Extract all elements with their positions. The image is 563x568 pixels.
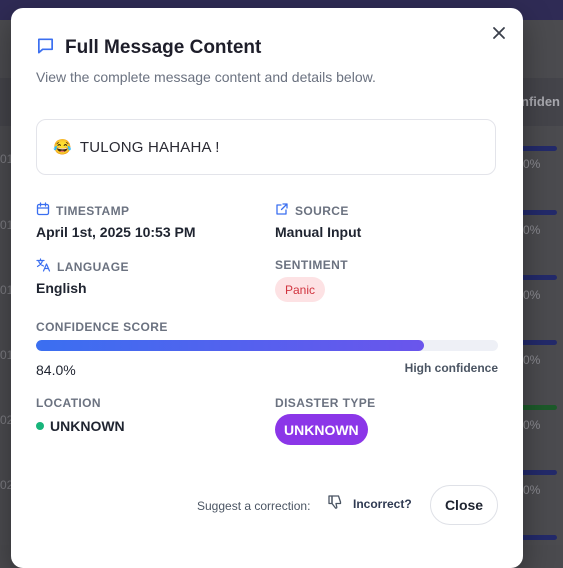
background-confidence-bar — [521, 210, 557, 215]
message-text: TULONG HAHAHA ! — [79, 138, 220, 156]
calendar-icon — [36, 202, 56, 219]
location-value: UNKNOWN — [50, 418, 125, 434]
incorrect-button[interactable]: Incorrect? — [327, 494, 412, 513]
background-confidence-bar — [521, 535, 557, 540]
close-icon[interactable] — [489, 23, 509, 43]
thumbs-down-icon — [327, 494, 343, 513]
background-percent: 0% — [523, 418, 541, 432]
external-link-icon — [275, 202, 295, 219]
background-percent: 0% — [523, 353, 541, 367]
source-value: Manual Input — [275, 224, 362, 240]
language-label: LANGUAGE — [36, 258, 129, 275]
timestamp-label-text: TIMESTAMP — [56, 203, 130, 218]
suggest-correction-text: Suggest a correction: — [197, 499, 311, 513]
language-label-text: LANGUAGE — [57, 259, 129, 274]
disaster-type-badge: UNKNOWN — [275, 414, 368, 445]
sentiment-badge: Panic — [275, 277, 326, 302]
incorrect-label: Incorrect? — [353, 496, 412, 511]
source-label-text: SOURCE — [295, 203, 349, 218]
dialog-subtitle: View the complete message content and de… — [36, 69, 376, 85]
background-confidence-header: nfiden — [521, 94, 560, 109]
confidence-progress-fill — [36, 340, 425, 351]
location-status-dot — [36, 422, 44, 430]
timestamp-value: April 1st, 2025 10:53 PM — [36, 224, 196, 240]
background-confidence-bar — [521, 275, 557, 280]
background-percent: 0% — [523, 223, 541, 237]
message-square-icon — [36, 36, 65, 60]
laughing-emoji-icon: 😂 — [53, 139, 72, 156]
confidence-note: High confidence — [404, 361, 498, 375]
translate-icon — [36, 258, 57, 275]
background-percent: 0% — [523, 157, 541, 171]
confidence-label: CONFIDENCE SCORE — [36, 320, 168, 334]
source-label: SOURCE — [275, 202, 349, 219]
background-percent: 0% — [523, 288, 541, 302]
language-value: English — [36, 280, 87, 296]
dialog-title: Full Message Content — [65, 37, 262, 58]
background-confidence-bar — [521, 146, 557, 151]
close-button[interactable]: Close — [430, 485, 498, 525]
background-percent: 0% — [523, 483, 541, 497]
location-label: LOCATION — [36, 396, 101, 410]
timestamp-label: TIMESTAMP — [36, 202, 129, 219]
message-content-box: 😂 TULONG HAHAHA ! — [36, 119, 496, 175]
background-confidence-bar — [521, 470, 557, 475]
background-confidence-bar — [521, 340, 557, 345]
confidence-value: 84.0% — [36, 362, 76, 378]
confidence-progress-bar — [36, 340, 498, 351]
disaster-type-label: DISASTER TYPE — [275, 396, 376, 410]
dialog-header: Full Message Content — [36, 36, 261, 60]
sentiment-label: SENTIMENT — [275, 258, 348, 272]
message-detail-dialog: Full Message Content View the complete m… — [11, 8, 523, 568]
background-confidence-bar — [521, 405, 557, 410]
